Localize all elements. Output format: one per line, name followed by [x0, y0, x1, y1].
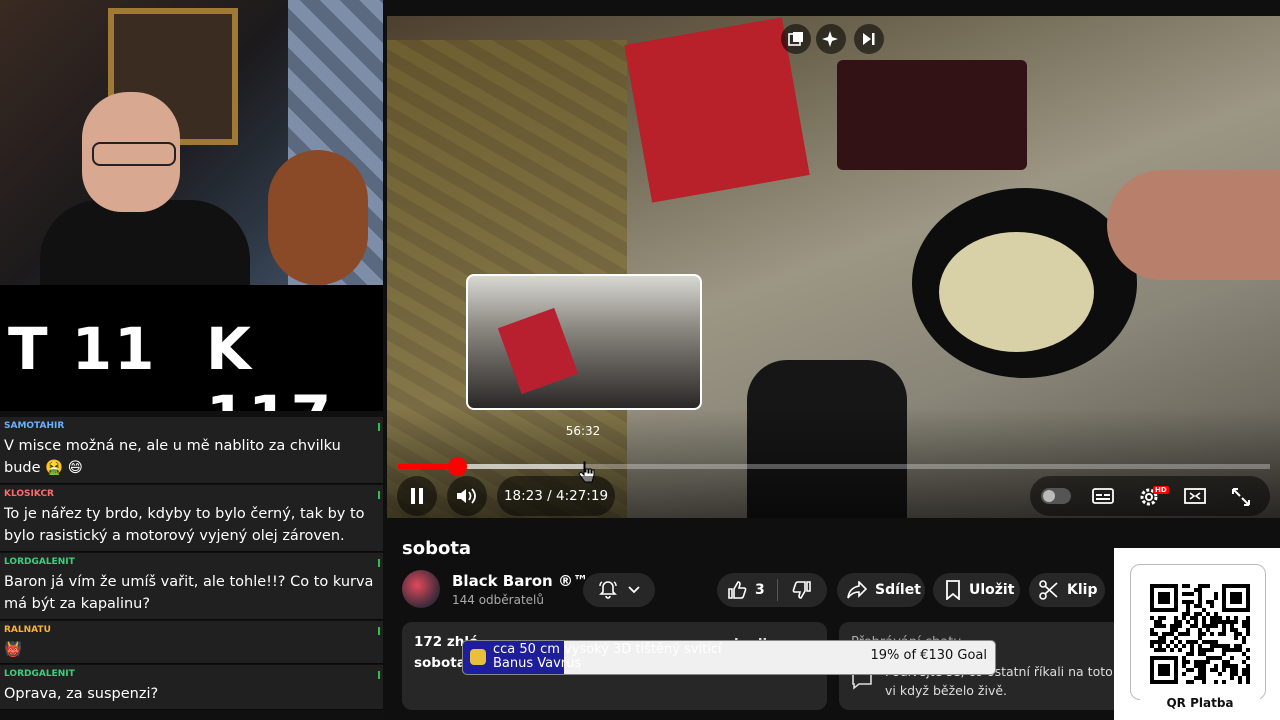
seek-preview-time: 56:32: [565, 424, 601, 438]
save-button[interactable]: Uložit: [933, 573, 1020, 607]
chat-message: LORDGALENIT Baron já vím že umíš vařit, …: [0, 553, 383, 620]
pause-button[interactable]: [397, 476, 437, 516]
subscriber-count: 144 odběratelů: [452, 593, 544, 607]
chat-text: 👹: [4, 642, 23, 658]
notification-bell-button[interactable]: [583, 573, 655, 607]
chevron-down-icon: [628, 586, 640, 594]
share-icon: [847, 581, 867, 599]
channel-avatar[interactable]: [402, 570, 440, 608]
seek-preview-thumbnail: [466, 274, 702, 410]
like-count: 3: [755, 582, 765, 598]
goal-percent: 19% of €130 Goal: [870, 648, 987, 663]
video-player[interactable]: [387, 0, 1280, 518]
chat-badge: [378, 627, 380, 635]
bell-icon: [599, 581, 617, 599]
chat-badge: [378, 423, 380, 431]
scissors-icon: [1039, 580, 1058, 600]
time-display: 18:23 / 4:27:19: [497, 476, 615, 516]
pause-icon: [411, 488, 423, 504]
time-text: 18:23 / 4:27:19: [503, 488, 609, 504]
chat-username: LORDGALENIT: [4, 557, 75, 567]
progress-bar[interactable]: [398, 464, 1270, 469]
subtitles-icon[interactable]: [1092, 488, 1114, 504]
like-dislike-group: 3: [717, 573, 827, 607]
streamer-body: [40, 200, 250, 285]
donation-goal-widget: cca 50 cm vysoký 3D tištěný svítící Banu…: [462, 640, 996, 675]
volume-icon: [457, 488, 476, 504]
clip-button[interactable]: Klip: [1029, 573, 1105, 607]
stream-chat: SAMOTAHIR V misce možná ne, ale u mě nab…: [0, 411, 383, 720]
chat-message: RALNATU 👹: [0, 621, 383, 664]
volume-button[interactable]: [447, 476, 487, 516]
qr-label: QR Platba: [1140, 696, 1260, 710]
counter-t: T 11: [8, 315, 157, 383]
stream-date: sobota: [414, 655, 466, 671]
plush-toy: [268, 150, 368, 285]
share-label: Sdílet: [875, 582, 921, 598]
theater-mode-icon[interactable]: [1184, 488, 1206, 504]
counter-panel: T 11 K 117: [0, 285, 383, 451]
sparkle-icon: [822, 31, 838, 47]
like-button[interactable]: 3: [717, 573, 777, 607]
goal-subtitle: Banus Vavrus: [493, 656, 582, 671]
hd-badge: HD: [1153, 486, 1169, 494]
chat-badge: [378, 671, 380, 679]
miniplayer-icon: [788, 32, 803, 46]
share-button[interactable]: Sdílet: [837, 573, 925, 607]
dislike-button[interactable]: [777, 573, 827, 607]
autoplay-knob: [1043, 490, 1055, 502]
glasses: [92, 142, 176, 166]
scrubber-handle[interactable]: [448, 457, 467, 476]
fullscreen-icon[interactable]: [1231, 487, 1251, 507]
next-button[interactable]: [854, 24, 884, 54]
scene-food: [939, 232, 1094, 352]
goal-gift-icon: [470, 649, 486, 665]
thumbs-up-icon: [728, 581, 747, 599]
chat-message: KLOSIKCR To je nářez ty brdo, kdyby to b…: [0, 485, 383, 552]
autoplay-toggle[interactable]: [1041, 488, 1071, 504]
scene-mousepad: [837, 60, 1027, 170]
thumbs-down-icon: [792, 581, 812, 599]
scene-hand: [1107, 170, 1280, 280]
miniplayer-button[interactable]: [781, 24, 811, 54]
chat-text: Oprava, za suspenzi?: [4, 686, 159, 702]
chat-username: KLOSIKCR: [4, 489, 54, 499]
chat-text: V misce možná ne, ale u mě nablito za ch…: [4, 438, 341, 476]
clip-label: Klip: [1067, 582, 1098, 598]
goal-title: cca 50 cm vysoký 3D tištěný svítící: [493, 642, 722, 657]
chat-username: SAMOTAHIR: [4, 421, 65, 431]
webcam-feed: [0, 0, 383, 285]
channel-name[interactable]: Black Baron ®™: [452, 572, 588, 590]
save-label: Uložit: [969, 582, 1015, 598]
bookmark-icon: [946, 580, 960, 600]
chat-message: LORDGALENIT Oprava, za suspenzi?: [0, 665, 383, 710]
chat-message: SAMOTAHIR V misce možná ne, ale u mě nab…: [0, 417, 383, 484]
skip-next-icon: [863, 33, 875, 45]
chat-badge: [378, 491, 380, 499]
qr-code: [1150, 584, 1250, 684]
video-title: sobota: [402, 538, 472, 559]
video-top-edge: [387, 0, 1280, 16]
chat-text: To je nářez ty brdo, kdyby to bylo černý…: [4, 506, 365, 544]
chat-username: LORDGALENIT: [4, 669, 75, 679]
ai-button[interactable]: [816, 24, 846, 54]
chat-badge: [378, 559, 380, 567]
chat-username: RALNATU: [4, 625, 51, 635]
chat-text: Baron já vím že umíš vařit, ale tohle!!?…: [4, 574, 374, 612]
